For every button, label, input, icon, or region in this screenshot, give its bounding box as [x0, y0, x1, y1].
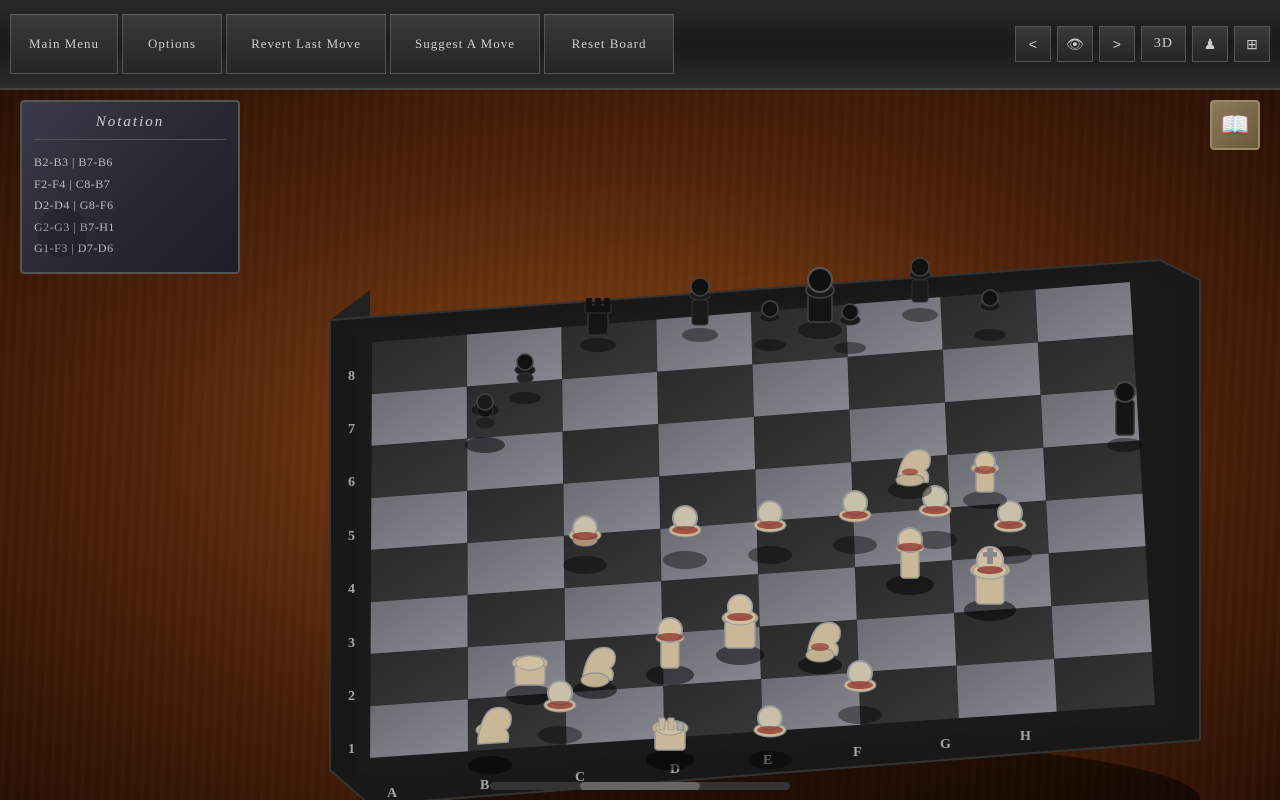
- notation-move-2: F2-F4 | C8-B7: [34, 174, 226, 196]
- svg-text:7: 7: [348, 422, 355, 437]
- toolbar-right-controls: < 👁 > 3D ♟ ⊞: [1015, 26, 1270, 62]
- notation-move-4: G2-G3 | B7-H1: [34, 217, 226, 239]
- view-3d-button[interactable]: 3D: [1141, 26, 1186, 62]
- scrollbar[interactable]: [490, 782, 790, 790]
- svg-text:B: B: [480, 778, 489, 793]
- scrollbar-thumb[interactable]: [580, 782, 700, 790]
- piece-view-button[interactable]: ♟: [1192, 26, 1228, 62]
- svg-text:G: G: [940, 737, 951, 752]
- svg-text:6: 6: [348, 475, 355, 490]
- svg-text:F: F: [853, 745, 862, 760]
- notation-title: Notation: [34, 114, 226, 140]
- prev-button[interactable]: <: [1015, 26, 1051, 62]
- suggest-move-button[interactable]: Suggest a Move: [390, 14, 540, 74]
- notation-move-1: B2-B3 | B7-B6: [34, 152, 226, 174]
- next-button[interactable]: >: [1099, 26, 1135, 62]
- notation-move-5: G1-F3 | D7-D6: [34, 238, 226, 260]
- grid-icon: ⊞: [1246, 36, 1258, 53]
- svg-text:5: 5: [348, 529, 355, 544]
- revert-last-move-button[interactable]: Revert Last Move: [226, 14, 386, 74]
- chess-piece-icon: ♟: [1204, 36, 1217, 53]
- camera-icon: 👁: [1066, 36, 1084, 53]
- svg-text:A: A: [387, 786, 398, 800]
- book-button[interactable]: 📖: [1210, 100, 1260, 150]
- svg-text:2: 2: [348, 689, 355, 704]
- toolbar: Main Menu Options Revert Last Move Sugge…: [0, 0, 1280, 90]
- svg-text:H: H: [1020, 729, 1031, 744]
- svg-text:4: 4: [348, 582, 355, 597]
- main-area: 📖 Notation B2-B3 | B7-B6 F2-F4 | C8-B7 D…: [0, 90, 1280, 800]
- svg-text:1: 1: [348, 742, 355, 757]
- reset-board-button[interactable]: Reset Board: [544, 14, 674, 74]
- board-grid-button[interactable]: ⊞: [1234, 26, 1270, 62]
- main-menu-button[interactable]: Main Menu: [10, 14, 118, 74]
- notation-moves: B2-B3 | B7-B6 F2-F4 | C8-B7 D2-D4 | G8-F…: [34, 152, 226, 260]
- svg-text:3: 3: [348, 636, 355, 651]
- notation-move-3: D2-D4 | G8-F6: [34, 195, 226, 217]
- svg-text:8: 8: [348, 369, 355, 384]
- camera-button[interactable]: 👁: [1057, 26, 1093, 62]
- notation-panel: Notation B2-B3 | B7-B6 F2-F4 | C8-B7 D2-…: [20, 100, 240, 274]
- chess-board-area[interactable]: // Generate chess board squares 8 7 6 5 …: [180, 120, 1230, 800]
- chess-board-svg: // Generate chess board squares 8 7 6 5 …: [180, 120, 1230, 800]
- options-button[interactable]: Options: [122, 14, 222, 74]
- book-icon: 📖: [1220, 111, 1250, 140]
